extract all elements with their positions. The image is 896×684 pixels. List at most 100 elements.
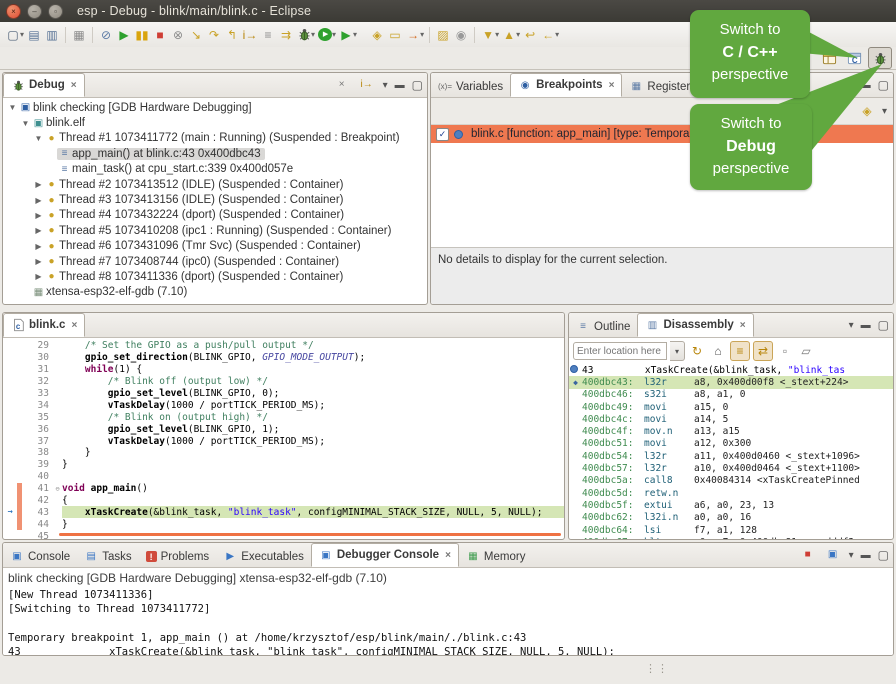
dropdown-chevron-icon[interactable]: ▾ [516, 30, 520, 39]
expand-icon[interactable]: ▶ [33, 196, 44, 205]
disassembly-row[interactable]: ◆400dbc43:l32ra8, 0x400d00f8 <_stext+224… [569, 376, 893, 388]
disassembly-row[interactable]: 400dbc54:l32ra11, 0x400d0460 <_stext+109… [569, 450, 893, 462]
code-line-31[interactable]: 31 while(1) { [3, 364, 564, 376]
new-view-icon[interactable]: ▫ [776, 342, 794, 360]
use-step-filters-icon[interactable]: ⇉ [277, 26, 295, 44]
home-icon[interactable]: ⌂ [709, 342, 727, 360]
debug-tree-item[interactable]: ▶●Thread #3 1073413156 (IDLE) (Suspended… [3, 192, 427, 207]
external-annotate-icon[interactable]: ◉ [452, 26, 470, 44]
code-line-38[interactable]: 38 } [3, 447, 564, 459]
disconnect-icon[interactable]: ⊗ [169, 26, 187, 44]
debug-tree-item[interactable]: ▶●Thread #4 1073432224 (dport) (Suspende… [3, 208, 427, 223]
dis-tab-outline[interactable]: ≡Outline [569, 316, 637, 337]
con-tab-memory[interactable]: ▦Memory [459, 546, 533, 567]
code-line-40[interactable]: 40 [3, 471, 564, 483]
debug-tree-item[interactable]: ▼▣blink checking [GDB Hardware Debugging… [3, 100, 427, 115]
close-button[interactable]: × [6, 4, 21, 19]
disassembly-row[interactable]: 400dbc5d:retw.n [569, 487, 893, 499]
expand-icon[interactable]: ▶ [33, 180, 44, 189]
con-tab-tasks[interactable]: ▤Tasks [77, 546, 138, 567]
bp-tab-breakpoints[interactable]: ◉Breakpoints× [510, 73, 622, 97]
disassembly-row[interactable]: 400dbc4f:mov.na13, a15 [569, 425, 893, 437]
minimize-view-icon[interactable]: ▬ [861, 550, 871, 561]
debug-tree-item[interactable]: ▶●Thread #8 1073411336 (dport) (Suspende… [3, 269, 427, 284]
save-all-icon[interactable]: ▥ [43, 26, 61, 44]
maximize-view-icon[interactable]: ▢ [878, 548, 889, 562]
disassembly-row[interactable]: 400dbc67:blta0, a7, 0x400dbc81 <__adddf3… [569, 536, 893, 539]
debug-tree-item[interactable]: ▶●Thread #6 1073431096 (Tmr Svc) (Suspen… [3, 239, 427, 254]
instruction-pointer-icon[interactable]: → [3, 507, 17, 517]
dropdown-chevron-icon[interactable]: ▾ [420, 30, 424, 39]
breakpoint-grouping-icon[interactable]: ◈ [858, 102, 876, 120]
debug-tree-item[interactable]: ▼●Thread #1 1073411772 (main : Running) … [3, 131, 427, 146]
expand-icon[interactable]: ▶ [33, 242, 44, 251]
bp-tab-variables[interactable]: (x)=Variables [431, 76, 510, 97]
dis-tab-disassembly[interactable]: ▥Disassembly× [637, 313, 753, 337]
close-icon[interactable]: × [71, 320, 77, 331]
code-line-36[interactable]: 36 gpio_set_level(BLINK_GPIO, 1); [3, 423, 564, 435]
show-full-paths-icon[interactable]: ≡ [259, 26, 277, 44]
code-line-34[interactable]: 34 vTaskDelay(1000 / portTICK_PERIOD_MS)… [3, 399, 564, 411]
view-menu-icon[interactable]: ▾ [383, 80, 388, 91]
debug-tree-item[interactable]: ▼▣blink.elf [3, 115, 427, 130]
close-icon[interactable]: × [740, 320, 746, 331]
con-tab-executables[interactable]: ▶Executables [216, 546, 311, 567]
con-tab-problems[interactable]: !Problems [139, 546, 217, 567]
close-icon[interactable]: × [609, 80, 615, 91]
remove-all-terminated-icon[interactable]: × [333, 76, 351, 94]
minimize-button[interactable]: – [27, 4, 42, 19]
dropdown-chevron-icon[interactable]: ▾ [332, 30, 336, 39]
build-icon[interactable]: ▦ [70, 26, 88, 44]
disassembly-source-row[interactable]: 43 xTaskCreate(&blink_task, "blink_tas [569, 364, 893, 376]
open-type-icon[interactable]: ◈ [368, 26, 386, 44]
sash-grip[interactable]: ⋮⋮ [645, 662, 669, 675]
debug-tree-item[interactable]: ▶●Thread #7 1073408744 (ipc0) (Suspended… [3, 254, 427, 269]
dropdown-chevron-icon[interactable]: ▾ [353, 30, 357, 39]
breakpoint-checkbox[interactable]: ✓ [436, 128, 449, 141]
breakpoint-row[interactable]: ✓ blink.c [function: app_main] [type: Te… [431, 125, 893, 143]
location-input[interactable] [573, 342, 667, 360]
step-into-icon[interactable]: ↘ [187, 26, 205, 44]
code-editor[interactable]: 29 /* Set the GPIO as a push/pull output… [3, 338, 564, 539]
instruction-stepping-mode-icon[interactable]: i→ [358, 76, 376, 94]
pin-view-icon[interactable]: ▱ [797, 342, 815, 360]
maximize-view-icon[interactable]: ▢ [878, 318, 889, 332]
cpp-perspective-icon[interactable]: C [843, 48, 865, 68]
open-perspective-icon[interactable] [818, 48, 840, 68]
debug-perspective-icon[interactable] [868, 47, 892, 69]
terminate-icon[interactable]: ■ [151, 26, 169, 44]
expand-icon[interactable]: ▶ [33, 226, 44, 235]
debug-tree-item[interactable]: ≡main_task() at cpu_start.c:339 0x400d05… [3, 162, 427, 177]
last-edit-location-icon[interactable]: ↩ [521, 26, 539, 44]
disassembly-listing[interactable]: 43 xTaskCreate(&blink_task, "blink_tas◆4… [569, 364, 893, 539]
step-over-icon[interactable]: ↷ [205, 26, 223, 44]
terminate-console-icon[interactable]: ■ [799, 546, 817, 564]
code-line-35[interactable]: 35 /* Blink on (output high) */ [3, 411, 564, 423]
minimize-view-icon[interactable]: ▬ [861, 80, 871, 91]
code-line-41[interactable]: 41⊖void app_main() [3, 483, 564, 495]
debug-tree-item[interactable]: ▶●Thread #5 1073410208 (ipc1 : Running) … [3, 223, 427, 238]
collapse-icon[interactable]: ▼ [7, 103, 18, 112]
resume-icon[interactable]: ▶ [115, 26, 133, 44]
disassembly-row[interactable]: 400dbc57:l32ra10, 0x400d0464 <_stext+110… [569, 462, 893, 474]
disassembly-row[interactable]: 400dbc5a:call80x40084314 <xTaskCreatePin… [569, 475, 893, 487]
code-line-37[interactable]: 37 vTaskDelay(1000 / portTICK_PERIOD_MS)… [3, 435, 564, 447]
location-dropdown-icon[interactable]: ▾ [670, 341, 685, 361]
collapse-icon[interactable]: ▼ [33, 134, 44, 143]
instruction-stepping-icon[interactable]: i→ [241, 26, 259, 44]
code-line-30[interactable]: 30 gpio_set_direction(BLINK_GPIO, GPIO_M… [3, 352, 564, 364]
con-tab-console[interactable]: ▣Console [3, 546, 77, 567]
view-menu-icon[interactable]: ▾ [849, 320, 854, 331]
maximize-view-icon[interactable]: ▢ [412, 78, 423, 92]
show-source-icon[interactable]: ≡ [730, 341, 750, 361]
code-line-42[interactable]: 42{ [3, 495, 564, 507]
skip-all-breakpoints-icon[interactable]: ⊘ [97, 26, 115, 44]
open-resource-icon[interactable]: ▭ [386, 26, 404, 44]
code-line-43[interactable]: →43 xTaskCreate(&blink_task, "blink_task… [3, 506, 564, 518]
code-line-44[interactable]: 44} [3, 518, 564, 530]
close-icon[interactable]: × [445, 550, 451, 561]
disassembly-row[interactable]: 400dbc64:lsif7, a1, 128 [569, 524, 893, 536]
close-icon[interactable]: × [71, 80, 77, 91]
collapse-icon[interactable]: ▼ [20, 119, 31, 128]
maximize-button[interactable]: ▫ [48, 4, 63, 19]
